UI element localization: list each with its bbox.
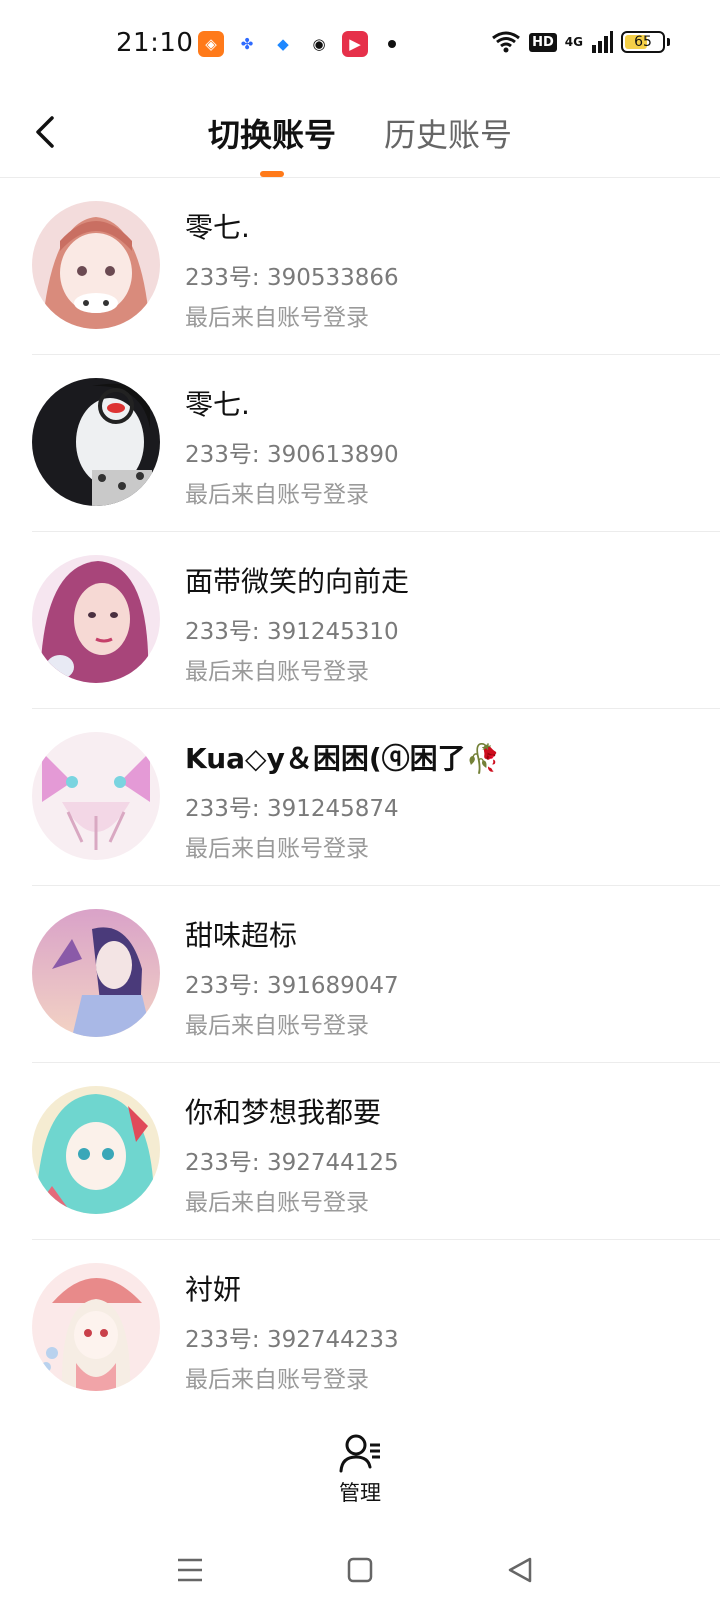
last-login: 最后来自账号登录	[185, 305, 369, 331]
battery-icon: 65	[621, 31, 665, 53]
video-icon: ▶	[342, 31, 368, 57]
account-id: 233号: 390613890	[185, 442, 399, 468]
account-item[interactable]: Kua◇y＆困困(ⓠ困了🥀 233号: 391245874 最后来自账号登录	[32, 709, 720, 886]
account-id: 233号: 392744233	[185, 1327, 399, 1353]
notification-icons: ◈ ✤ ◆ ◉ ▶	[198, 31, 396, 57]
account-name: 零七.	[185, 211, 250, 244]
battery-tip	[667, 38, 670, 46]
avatar	[32, 555, 160, 683]
account-name: 衬妍	[185, 1273, 242, 1306]
account-id: 233号: 391245874	[185, 796, 399, 822]
avatar	[32, 732, 160, 860]
signal-icon	[592, 31, 613, 53]
system-icons: HD 4G 65	[491, 30, 670, 54]
avatar	[32, 909, 160, 1037]
network-label: 4G	[564, 35, 583, 49]
last-login: 最后来自账号登录	[185, 1367, 369, 1393]
account-name: 甜味超标	[185, 919, 298, 952]
menu-icon	[178, 1558, 202, 1582]
avatar	[32, 378, 160, 506]
avatar	[32, 1086, 160, 1214]
account-item[interactable]: 零七. 233号: 390613890 最后来自账号登录	[32, 355, 720, 532]
status-bar: 21:10 ◈ ✤ ◆ ◉ ▶ HD 4G 65	[0, 0, 720, 92]
account-name: 你和梦想我都要	[185, 1096, 382, 1129]
last-login: 最后来自账号登录	[185, 659, 369, 685]
manage-users-icon	[339, 1434, 380, 1473]
account-list: 零七. 233号: 390533866 最后来自账号登录 零七. 233号: 3…	[0, 178, 720, 1417]
account-item[interactable]: 面带微笑的向前走 233号: 391245310 最后来自账号登录	[32, 532, 720, 709]
battery-level: 65	[634, 34, 652, 50]
hd-badge: HD	[529, 32, 557, 52]
tab-switch-account[interactable]: 切换账号	[208, 110, 336, 156]
tab-history-account[interactable]: 历史账号	[384, 110, 512, 156]
account-id: 233号: 390533866	[185, 265, 399, 291]
feather-icon: ◆	[270, 31, 296, 57]
account-id: 233号: 392744125	[185, 1150, 399, 1176]
home-button[interactable]	[340, 1550, 380, 1590]
account-name: Kua◇y＆困困(ⓠ困了🥀	[185, 742, 501, 775]
avatar	[32, 1263, 160, 1391]
back-nav-button[interactable]	[500, 1550, 540, 1590]
account-id: 233号: 391245310	[185, 619, 399, 645]
taobao-icon: ◈	[198, 31, 224, 57]
back-button[interactable]	[22, 108, 70, 156]
last-login: 最后来自账号登录	[185, 1013, 369, 1039]
triangle-back-icon	[508, 1557, 532, 1583]
system-nav-bar	[0, 1530, 720, 1612]
last-login: 最后来自账号登录	[185, 836, 369, 862]
avatar	[32, 201, 160, 329]
status-time: 21:10	[116, 28, 194, 58]
manage-button[interactable]: 管理	[310, 1433, 410, 1515]
active-tab-indicator	[260, 171, 284, 177]
header: 切换账号 历史账号	[0, 92, 720, 178]
account-id: 233号: 391689047	[185, 973, 399, 999]
last-login: 最后来自账号登录	[185, 1190, 369, 1216]
account-name: 面带微笑的向前走	[185, 565, 410, 598]
manage-label: 管理	[339, 1481, 381, 1505]
account-item[interactable]: 你和梦想我都要 233号: 392744125 最后来自账号登录	[32, 1063, 720, 1240]
chevron-left-icon	[36, 116, 54, 148]
account-name: 零七.	[185, 388, 250, 421]
account-item[interactable]: 零七. 233号: 390533866 最后来自账号登录	[32, 178, 720, 355]
account-item[interactable]: 衬妍 233号: 392744233 最后来自账号登录	[32, 1240, 720, 1417]
more-notifications-icon	[388, 40, 396, 48]
last-login: 最后来自账号登录	[185, 482, 369, 508]
wechat-icon: ◉	[306, 31, 332, 57]
baidu-icon: ✤	[234, 31, 260, 57]
recent-apps-button[interactable]	[170, 1550, 210, 1590]
account-item[interactable]: 甜味超标 233号: 391689047 最后来自账号登录	[32, 886, 720, 1063]
square-icon	[347, 1557, 373, 1583]
wifi-icon	[492, 31, 521, 53]
